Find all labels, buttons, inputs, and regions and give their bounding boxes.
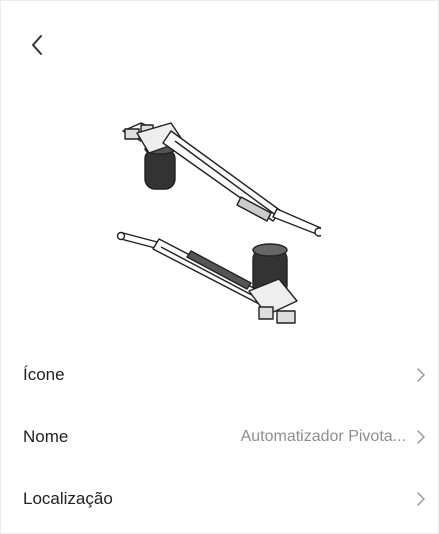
back-button[interactable] — [23, 31, 51, 59]
row-value: Automatizador Pivota... — [240, 428, 406, 445]
upper-actuator — [122, 122, 324, 237]
lower-actuator — [116, 231, 298, 324]
settings-list: Ícone Nome Automatizador Pivota... Local… — [1, 344, 438, 530]
chevron-right-icon — [414, 430, 428, 444]
device-settings-screen: Ícone Nome Automatizador Pivota... Local… — [0, 0, 439, 534]
chevron-right-icon — [414, 492, 428, 506]
linear-actuator-illustration — [116, 122, 324, 324]
row-label: Localização — [23, 489, 113, 508]
settings-row-icon[interactable]: Ícone — [1, 344, 438, 406]
settings-row-name[interactable]: Nome Automatizador Pivota... — [1, 406, 438, 468]
row-label: Ícone — [23, 365, 65, 384]
chevron-right-icon — [414, 368, 428, 382]
row-label: Nome — [23, 427, 69, 446]
chevron-left-icon — [32, 35, 42, 55]
settings-row-location[interactable]: Localização — [1, 468, 438, 530]
device-image — [101, 101, 324, 341]
